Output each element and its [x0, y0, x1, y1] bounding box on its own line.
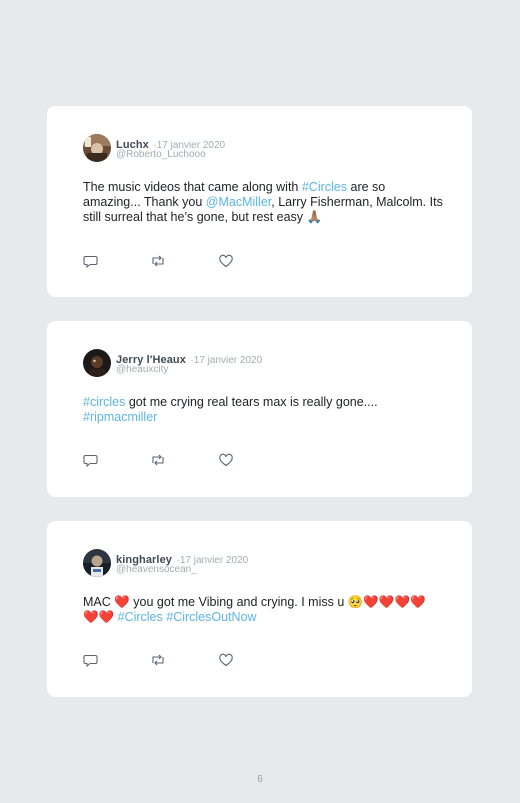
like-icon[interactable]	[218, 253, 234, 269]
retweet-icon[interactable]	[150, 253, 166, 269]
tweet-text: #circles got me crying real tears max is…	[83, 395, 443, 425]
tweet-card: Jerry l'Heaux ·17 janvier 2020 @heauxcit…	[47, 321, 472, 497]
reply-icon[interactable]	[83, 253, 99, 269]
hashtag-link[interactable]: #ripmacmiller	[83, 410, 157, 424]
hashtag-link[interactable]: #Circles	[302, 180, 347, 194]
hashtag-link[interactable]: #Circles	[118, 610, 163, 624]
author-handle[interactable]: @Roberto_Luchooo	[116, 149, 206, 160]
mention-link[interactable]: @MacMiller	[206, 195, 271, 209]
tweet-text: MAC ❤️ you got me Vibing and crying. I m…	[83, 595, 443, 625]
tweet-date[interactable]: 17 janvier 2020	[194, 355, 262, 366]
tweet-card: kingharley ·17 janvier 2020 @heavensocea…	[47, 521, 472, 697]
avatar[interactable]	[83, 134, 111, 162]
author-handle[interactable]: @heavensocean_	[116, 564, 197, 575]
like-icon[interactable]	[218, 652, 234, 668]
reply-icon[interactable]	[83, 452, 99, 468]
hashtag-link[interactable]: #CirclesOutNow	[166, 610, 256, 624]
avatar[interactable]	[83, 349, 111, 377]
retweet-icon[interactable]	[150, 452, 166, 468]
tweet-text: The music videos that came along with #C…	[83, 180, 443, 225]
tweet-text-segment: The music videos that came along with	[83, 180, 302, 194]
like-icon[interactable]	[218, 452, 234, 468]
avatar[interactable]	[83, 549, 111, 577]
author-handle[interactable]: @heauxcity	[116, 364, 168, 375]
retweet-icon[interactable]	[150, 652, 166, 668]
tweet-text-segment: got me crying real tears max is really g…	[125, 395, 378, 409]
page-number: 6	[257, 774, 263, 785]
hashtag-link[interactable]: #circles	[83, 395, 125, 409]
tweet-card: Luchx ·17 janvier 2020 @Roberto_Luchooo …	[47, 106, 472, 297]
reply-icon[interactable]	[83, 652, 99, 668]
